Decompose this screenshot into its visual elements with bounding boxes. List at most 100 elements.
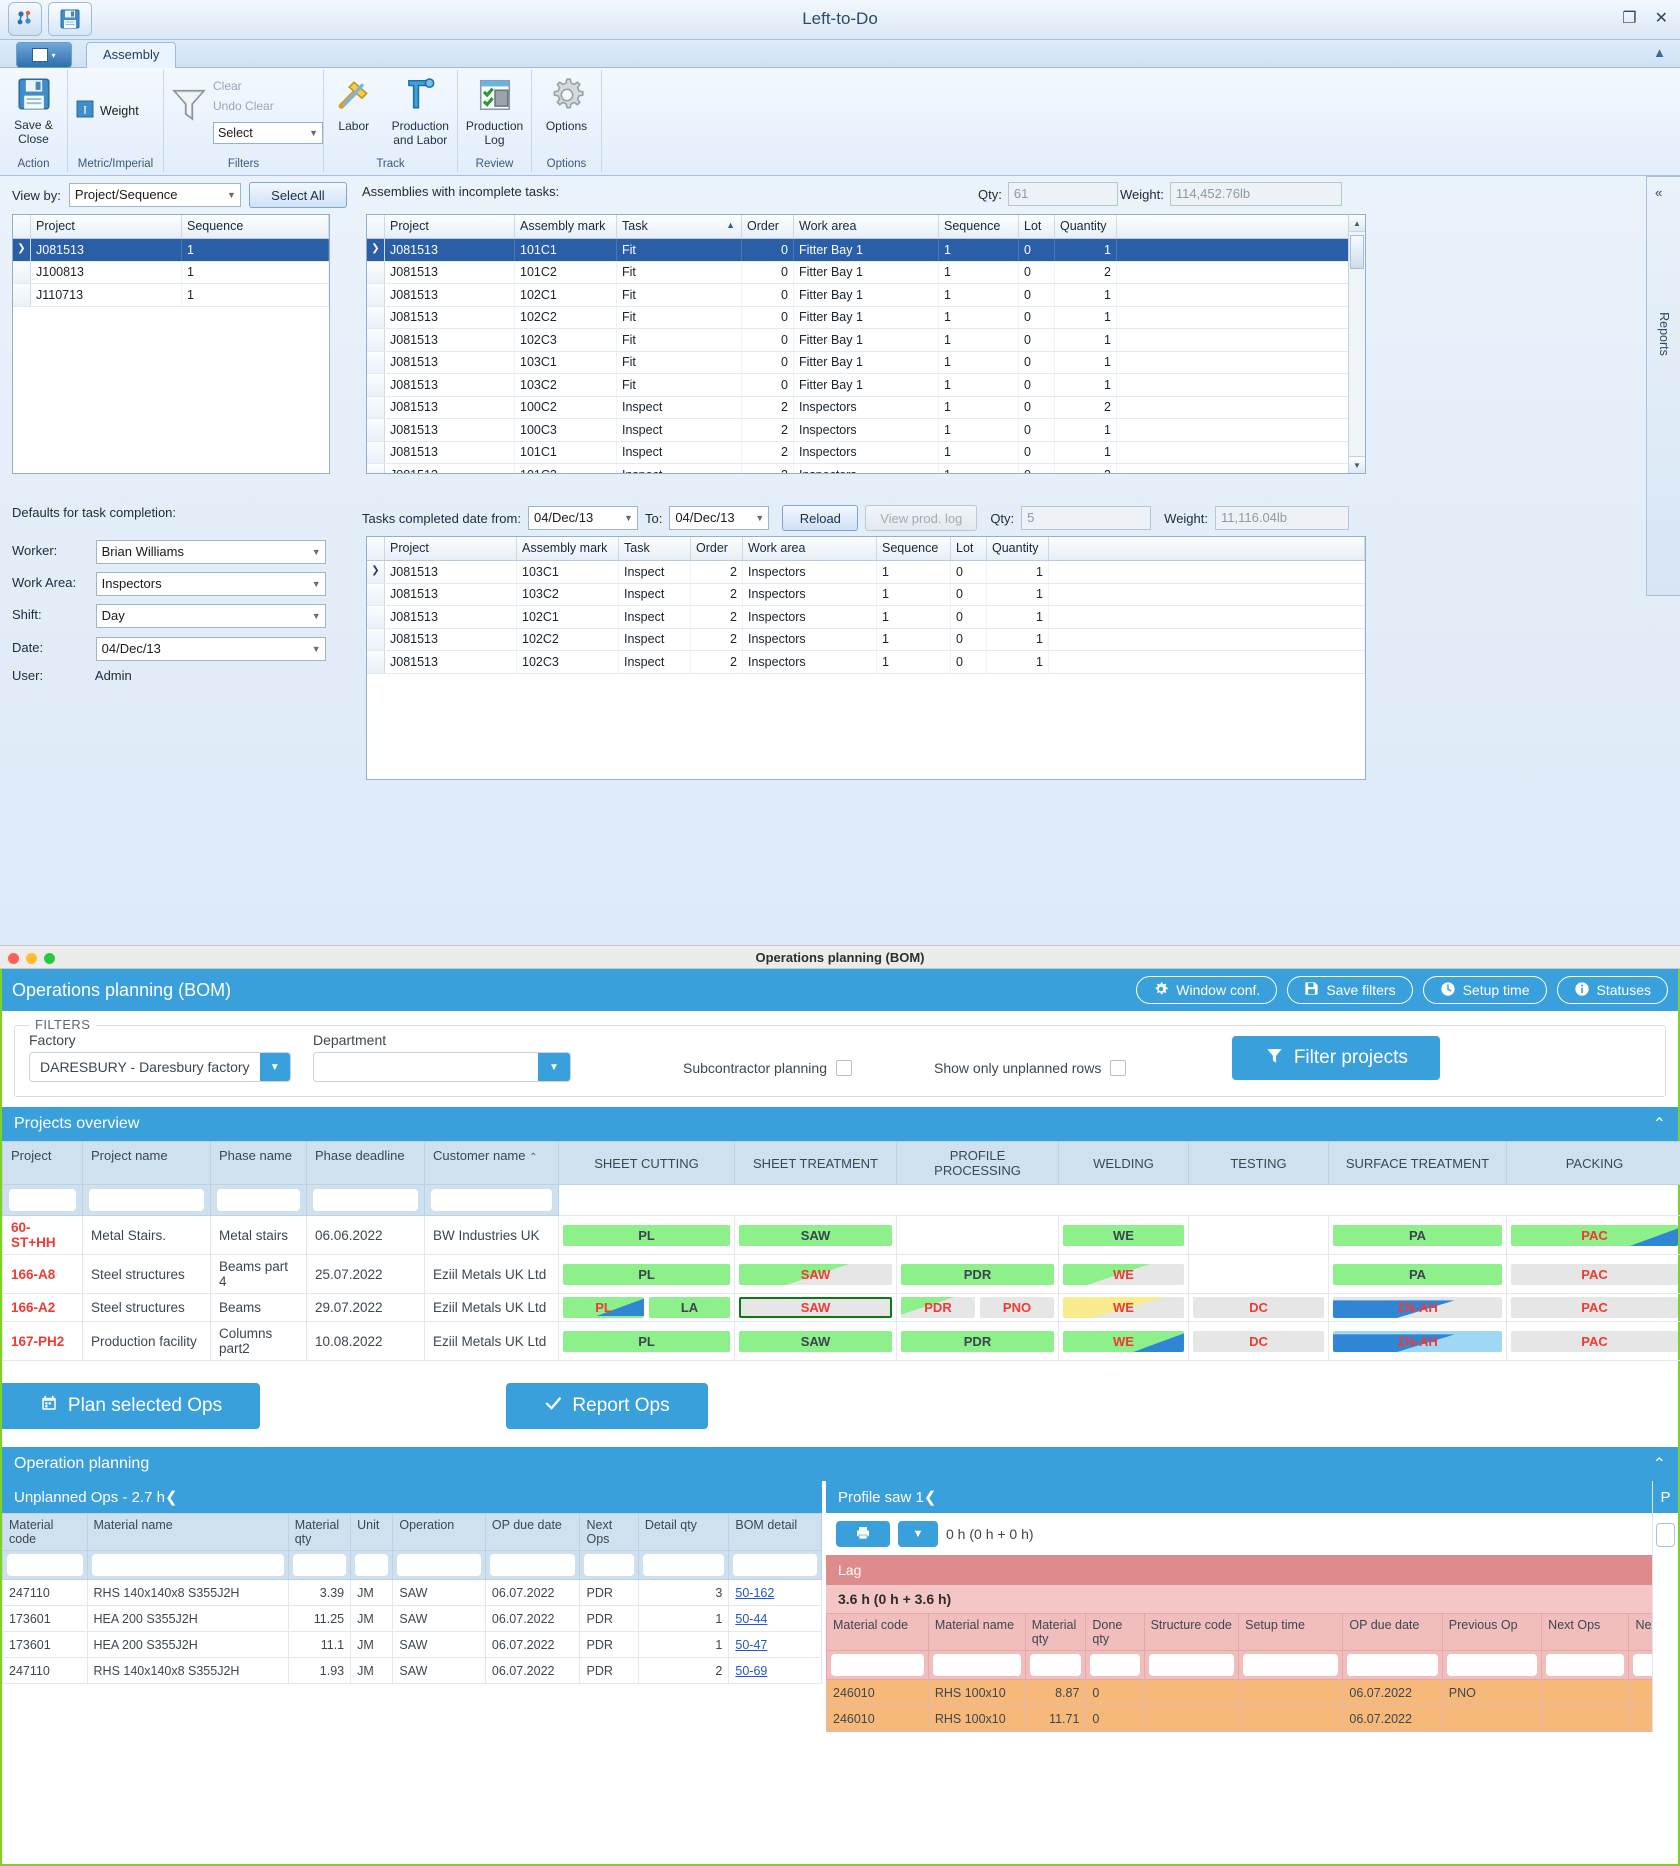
status-badge[interactable]: ZN-AH [1333, 1297, 1502, 1318]
table-row[interactable]: 166-A8 Steel structures Beams part 4 25.07.… [2, 1254, 1680, 1294]
reports-side-tab[interactable]: « Reports [1646, 176, 1680, 596]
status-badge[interactable]: PL [563, 1263, 730, 1285]
table-row[interactable]: J081513 102C1 Inspect 2 Inspectors 1 0 1 [367, 606, 1365, 629]
factory-select[interactable]: DARESBURY - Daresbury factory ▼ [29, 1052, 291, 1082]
filter-input-2[interactable] [292, 1554, 347, 1576]
workarea-combo[interactable]: Inspectors ▼ [95, 572, 326, 596]
table-row[interactable]: 246010 RHS 100x10 8.87 0 06.07.2022 PNO [826, 1679, 1678, 1706]
collapse-section-icon[interactable]: ⌃ [1653, 1454, 1666, 1474]
filter-input-6[interactable] [584, 1554, 634, 1576]
table-row[interactable]: J100813 1 [13, 261, 329, 284]
table-row[interactable]: 167-PH2 Production facility Columns part2 1… [2, 1321, 1680, 1361]
scroll-thumb[interactable] [1350, 235, 1364, 269]
bom-detail-link[interactable]: 50-44 [735, 1612, 767, 1626]
status-badge[interactable]: PAC [1511, 1297, 1678, 1318]
col-material-qty[interactable]: Material qty [287, 1513, 352, 1551]
status-badge[interactable]: PDR [901, 1297, 975, 1318]
col-project[interactable]: Project [385, 215, 515, 238]
filter-input-2[interactable] [1029, 1654, 1082, 1676]
status-badge[interactable]: PL [563, 1297, 644, 1318]
table-row[interactable]: J081513 101C2 Fit 0 Fitter Bay 1102 [367, 261, 1365, 284]
col-material-code[interactable]: Material code [826, 1613, 929, 1651]
table-row[interactable]: J081513 103C2 Fit 0 Fitter Bay 1101 [367, 374, 1365, 397]
shift-combo[interactable]: Day ▼ [95, 604, 326, 628]
col-testing[interactable]: TESTING [1188, 1141, 1329, 1185]
bom-detail-link[interactable]: 50-69 [735, 1664, 767, 1678]
status-badge[interactable]: PA [1333, 1224, 1502, 1246]
col-lot[interactable]: Lot [951, 537, 987, 560]
completed-from-combo[interactable]: 04/Dec/13 ▼ [527, 506, 638, 530]
col-unit[interactable]: Unit [350, 1513, 394, 1551]
filter-input-2[interactable] [217, 1189, 300, 1211]
print-button[interactable] [836, 1521, 890, 1547]
status-badge[interactable]: PNO [980, 1297, 1054, 1318]
projects-grid[interactable]: Project Sequence ❯ J081513 1 J100813 1 J11071… [12, 214, 330, 474]
status-badge[interactable]: PAC [1511, 1224, 1678, 1246]
col-work-area[interactable]: Work area [743, 537, 877, 560]
status-badge[interactable]: SAW [739, 1330, 892, 1352]
labor-button[interactable]: Labor [324, 70, 384, 147]
table-row[interactable]: 246010 RHS 100x10 11.71 0 06.07.2022 [826, 1705, 1678, 1732]
col-detail-qty[interactable]: Detail qty [637, 1513, 730, 1551]
col-task[interactable]: Task [619, 537, 691, 560]
table-row[interactable]: J081513 101C1 Inspect 2 Inspectors 1 0 1 [367, 441, 1365, 464]
collapse-ribbon-icon[interactable]: ▲ [1653, 45, 1666, 60]
col-lot[interactable]: Lot [1019, 215, 1055, 238]
col-material-name[interactable]: Material name [86, 1513, 289, 1551]
reload-button[interactable]: Reload [782, 505, 859, 531]
col-material-code[interactable]: Material code [2, 1513, 88, 1551]
window-conf-button[interactable]: Window conf. [1136, 976, 1278, 1004]
col-op-due-date[interactable]: OP due date [484, 1513, 581, 1551]
unplanned-rows-row[interactable]: Show only unplanned rows [934, 1060, 1127, 1076]
col-op-due-date[interactable]: OP due date [1342, 1613, 1443, 1651]
report-ops-button[interactable]: Report Ops [506, 1383, 708, 1429]
table-row[interactable]: J081513 100C3 Inspect 2 Inspectors 1 0 1 [367, 419, 1365, 442]
table-row[interactable]: J081513 102C2 Inspect 2 Inspectors 1 0 1 [367, 628, 1365, 651]
filter-input-4[interactable] [397, 1554, 481, 1576]
window-layout-icon[interactable]: ▾ [16, 42, 72, 68]
col-customer-name[interactable]: Customer name ⌃ [424, 1141, 559, 1185]
bom-detail-link[interactable]: 50-162 [735, 1586, 774, 1600]
bom-detail-link[interactable]: 50-47 [735, 1638, 767, 1652]
collapse-panel-icon[interactable]: ❮ [924, 1488, 937, 1506]
status-badge[interactable]: LA [649, 1297, 730, 1318]
filter-input-7[interactable] [1446, 1654, 1538, 1676]
status-badge[interactable]: PAC [1511, 1330, 1678, 1352]
production-log-button[interactable]: Production Log [458, 70, 531, 147]
assemblies-vertical-scrollbar[interactable]: ▲ ▼ [1348, 215, 1365, 473]
subcontractor-row[interactable]: Subcontractor planning [683, 1060, 852, 1076]
filter-input-8[interactable] [733, 1554, 817, 1576]
col-project[interactable]: Project [2, 1141, 83, 1185]
completed-to-combo[interactable]: 04/Dec/13 ▼ [669, 506, 770, 530]
col-sequence[interactable]: Sequence [182, 215, 329, 238]
table-row[interactable]: J081513 100C2 Inspect 2 Inspectors 1 0 2 [367, 396, 1365, 419]
col-setup-time[interactable]: Setup time [1238, 1613, 1344, 1651]
filter-input-0[interactable] [7, 1554, 83, 1576]
status-badge[interactable]: SAW [739, 1263, 892, 1285]
table-row[interactable]: J081513 103C1 Fit 0 Fitter Bay 1101 [367, 351, 1365, 374]
select-all-button[interactable]: Select All [248, 182, 347, 208]
col-sequence[interactable]: Sequence [877, 537, 951, 560]
restore-button[interactable]: ❐ [1622, 8, 1636, 28]
filter-input-6[interactable] [1347, 1654, 1438, 1676]
date-combo[interactable]: 04/Dec/13 ▼ [95, 637, 326, 661]
save-and-close-button[interactable]: Save & Close [0, 70, 67, 148]
col-profile-processing[interactable]: PROFILE PROCESSING [896, 1141, 1059, 1185]
right-stub-input[interactable] [1656, 1523, 1675, 1547]
table-row[interactable]: J081513 102C3 Inspect 2 Inspectors 1 0 1 [367, 651, 1365, 674]
production-and-labor-button[interactable]: Production and Labor [384, 70, 457, 147]
col-sheet-treatment[interactable]: SHEET TREATMENT [734, 1141, 897, 1185]
filter-input-3[interactable] [1090, 1654, 1140, 1676]
col-project[interactable]: Project [31, 215, 182, 238]
col-sheet-cutting[interactable]: SHEET CUTTING [558, 1141, 735, 1185]
filter-input-1[interactable] [932, 1654, 1021, 1676]
minimize-dot[interactable] [26, 953, 37, 964]
worker-combo[interactable]: Brian Williams ▼ [95, 540, 326, 564]
plan-selected-ops-button[interactable]: Plan selected Ops [2, 1383, 260, 1429]
table-row[interactable]: J081513 102C3 Fit 0 Fitter Bay 1101 [367, 329, 1365, 352]
collapse-panel-icon[interactable]: « [1655, 185, 1662, 200]
col-assembly-mark[interactable]: Assembly mark [515, 215, 617, 238]
table-row[interactable]: J081513 102C1 Fit 0 Fitter Bay 1101 [367, 284, 1365, 307]
filter-input-4[interactable] [431, 1189, 552, 1211]
save-filters-button[interactable]: Save filters [1287, 976, 1413, 1004]
